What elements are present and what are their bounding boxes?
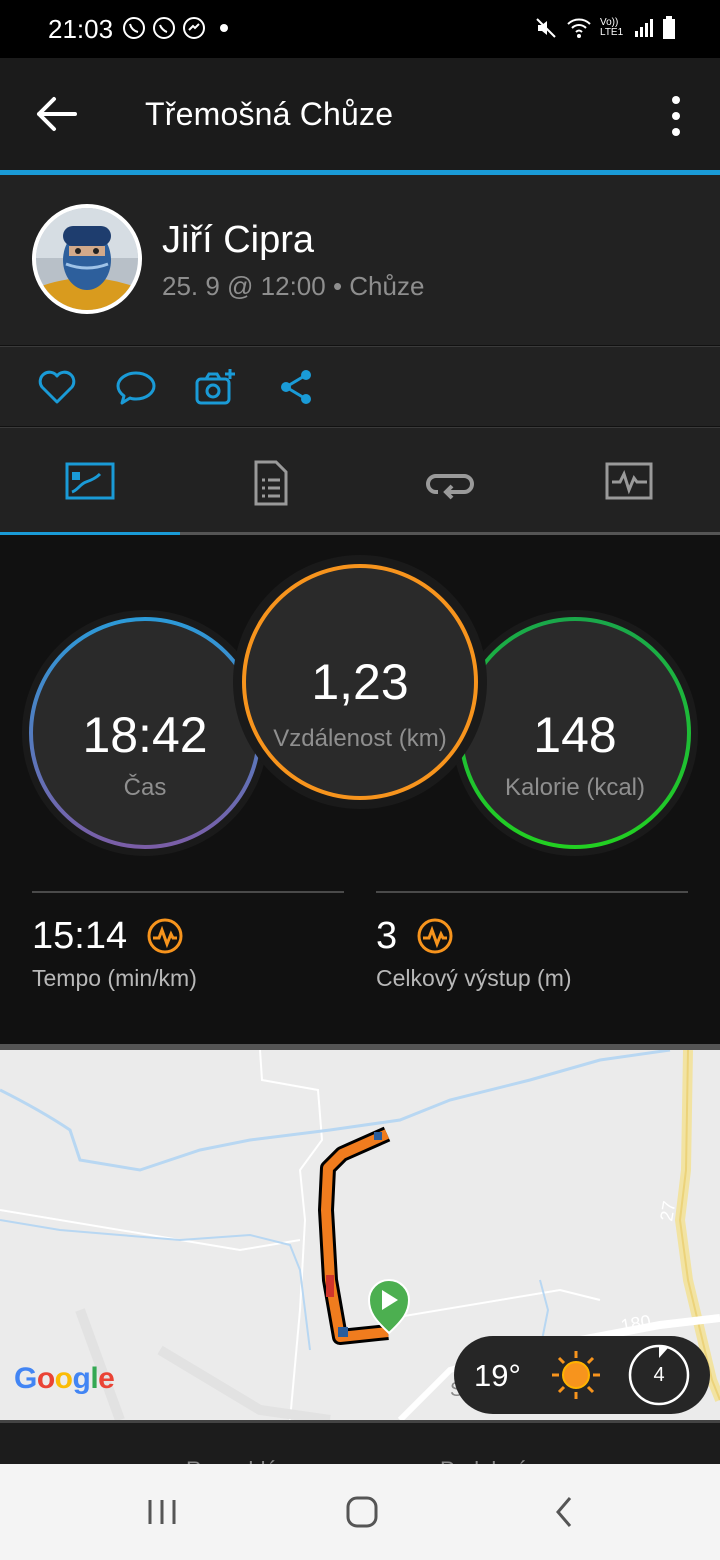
pace-label: Tempo (min/km) bbox=[32, 965, 197, 991]
divider bbox=[32, 891, 344, 893]
road-label-27: 27 bbox=[656, 1199, 679, 1222]
distance-value: 1,23 bbox=[311, 654, 409, 710]
weather-temp: 19° bbox=[474, 1358, 521, 1393]
ascent-label: Celkový výstup (m) bbox=[376, 965, 572, 991]
divider bbox=[376, 891, 688, 893]
distance-label: Vzdálenost (km) bbox=[273, 725, 447, 752]
laps-icon[interactable] bbox=[424, 458, 476, 506]
calories-value: 148 bbox=[533, 707, 617, 763]
pace-value: 15:14 bbox=[32, 915, 128, 957]
messenger-icon bbox=[183, 17, 205, 39]
chart-badge-icon bbox=[147, 918, 183, 954]
charts-icon[interactable] bbox=[604, 458, 656, 506]
battery-icon bbox=[663, 16, 675, 39]
action-bar bbox=[0, 346, 720, 426]
add-photo-icon[interactable] bbox=[194, 367, 236, 407]
system-icons: Vo)) LTE1 bbox=[534, 16, 676, 40]
page-title: Třemošná Chůze bbox=[145, 96, 394, 132]
details-icon[interactable] bbox=[244, 458, 296, 506]
dot-icon bbox=[220, 24, 228, 32]
pace-metric[interactable]: 15:14 Tempo (min/km) bbox=[32, 891, 344, 1001]
calories-ring[interactable]: 148 Kalorie (kcal) bbox=[450, 608, 700, 858]
viber-icon bbox=[123, 17, 145, 39]
chart-badge-icon bbox=[417, 918, 453, 954]
app-bar: Třemošná Chůze bbox=[0, 58, 720, 170]
recent-apps-icon[interactable] bbox=[142, 1492, 182, 1532]
distance-ring[interactable]: 1,23 Vzdálenost (km) bbox=[233, 555, 487, 809]
calories-label: Kalorie (kcal) bbox=[504, 774, 646, 801]
system-nav-bar bbox=[0, 1464, 720, 1560]
signal-icon bbox=[635, 19, 653, 37]
weather-badge[interactable]: 19° 4 bbox=[454, 1336, 710, 1414]
home-icon[interactable] bbox=[342, 1492, 382, 1532]
activity-tabs bbox=[0, 427, 720, 536]
status-bar: 21:03 Vo)) LTE1 bbox=[0, 0, 720, 58]
wind-speed: 4 bbox=[653, 1364, 665, 1386]
athlete-name[interactable]: Jiří Cipra bbox=[162, 219, 314, 262]
overview-icon[interactable] bbox=[64, 458, 116, 506]
avatar-photo bbox=[36, 208, 138, 310]
stats-section: 18:42 Čas 148 Kalorie (kcal) 1,23 Vzdále… bbox=[0, 535, 720, 1045]
route-map[interactable]: 27 180 S Google 19° 4 bbox=[0, 1050, 720, 1420]
bottom-panel: Rozsahlá… Podobná… bbox=[0, 1420, 720, 1482]
ascent-value: 3 bbox=[376, 915, 398, 957]
back-nav-icon[interactable] bbox=[546, 1492, 586, 1532]
sun-icon bbox=[552, 1351, 600, 1399]
activity-meta: 25. 9 @ 12:00 • Chůze bbox=[162, 271, 425, 301]
comment-icon[interactable] bbox=[115, 367, 157, 407]
notification-icons bbox=[122, 16, 236, 40]
like-icon[interactable] bbox=[36, 367, 78, 407]
arrow-left-icon[interactable] bbox=[34, 96, 78, 132]
activity-profile: Jiří Cipra 25. 9 @ 12:00 • Chůze bbox=[0, 175, 720, 345]
more-vertical-icon[interactable] bbox=[664, 94, 688, 138]
share-icon[interactable] bbox=[276, 367, 318, 407]
ascent-metric[interactable]: 3 Celkový výstup (m) bbox=[376, 891, 688, 1001]
wifi-icon bbox=[567, 18, 591, 38]
google-logo: Google bbox=[14, 1362, 115, 1395]
whatsapp-icon bbox=[153, 17, 175, 39]
mute-icon bbox=[536, 18, 556, 38]
avatar[interactable] bbox=[32, 204, 142, 314]
status-time: 21:03 bbox=[48, 14, 114, 44]
volte-icon: Vo)) LTE1 bbox=[600, 17, 624, 38]
